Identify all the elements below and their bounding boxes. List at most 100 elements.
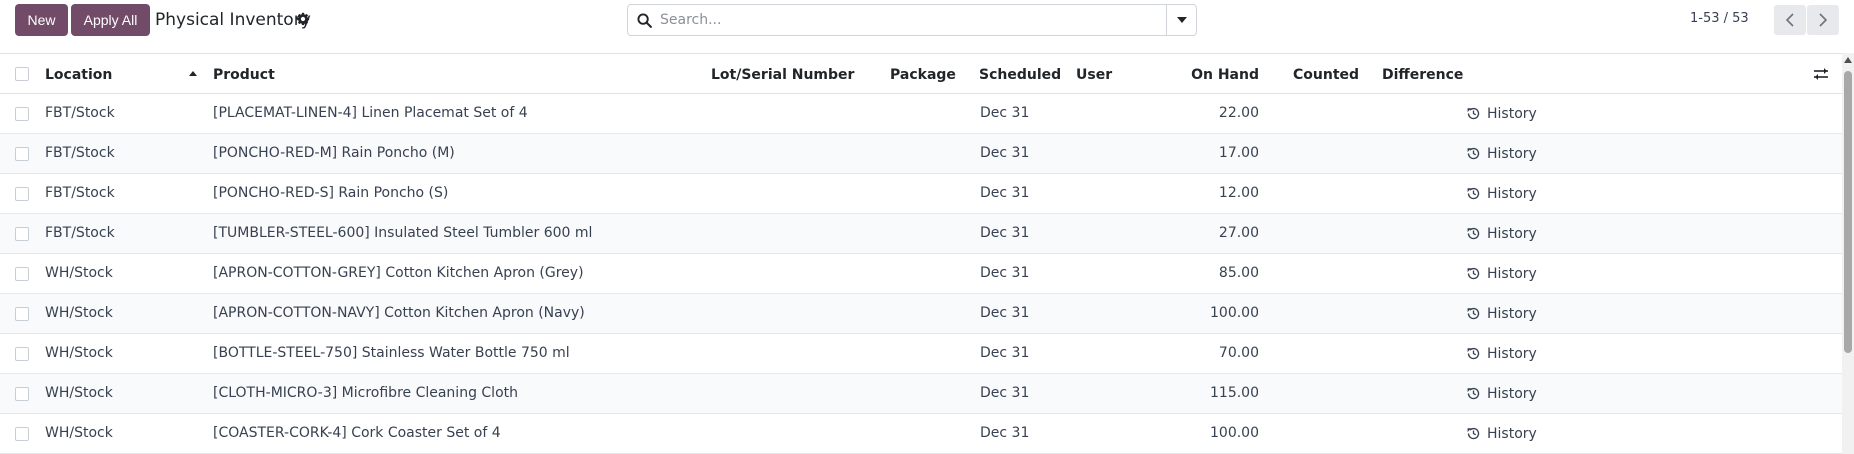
cell-product: [COASTER-CORK-4] Cork Coaster Set of 4	[213, 425, 501, 441]
inventory-list: Location Product Lot/Serial Number Packa…	[0, 53, 1854, 454]
cell-on-hand: 100.00	[1210, 425, 1259, 441]
history-icon	[1467, 427, 1480, 440]
history-label: History	[1487, 186, 1537, 202]
pager-previous-button[interactable]	[1774, 5, 1806, 35]
table-row[interactable]: WH/Stock [APRON-COTTON-NAVY] Cotton Kitc…	[0, 294, 1842, 334]
cell-product: [PONCHO-RED-M] Rain Poncho (M)	[213, 145, 455, 161]
history-icon	[1467, 187, 1480, 200]
search-input[interactable]	[660, 8, 1160, 32]
cell-location: WH/Stock	[45, 425, 113, 441]
page-title: Physical Inventory	[155, 10, 311, 30]
sort-ascending-icon	[189, 71, 197, 76]
cell-product: [APRON-COTTON-NAVY] Cotton Kitchen Apron…	[213, 305, 585, 321]
cell-scheduled: Dec 31	[980, 225, 1030, 241]
cell-on-hand: 17.00	[1218, 145, 1259, 161]
cell-location: FBT/Stock	[45, 145, 115, 161]
cell-scheduled: Dec 31	[980, 185, 1030, 201]
row-checkbox[interactable]	[15, 347, 29, 361]
search-icon	[637, 13, 652, 28]
column-header-on-hand[interactable]: On Hand	[1170, 66, 1259, 84]
cell-location: WH/Stock	[45, 345, 113, 361]
row-checkbox[interactable]	[15, 107, 29, 121]
table-row[interactable]: FBT/Stock [PLACEMAT-LINEN-4] Linen Place…	[0, 94, 1842, 134]
column-header-lot-serial[interactable]: Lot/Serial Number	[711, 66, 854, 84]
cell-on-hand: 70.00	[1218, 345, 1259, 361]
search-box	[627, 4, 1197, 36]
table-row[interactable]: WH/Stock [COASTER-CORK-4] Cork Coaster S…	[0, 414, 1842, 454]
new-button[interactable]: New	[15, 4, 68, 36]
pager-value[interactable]: 1-53 / 53	[1690, 11, 1749, 26]
cell-scheduled: Dec 31	[980, 145, 1030, 161]
cell-on-hand: 100.00	[1210, 305, 1259, 321]
row-checkbox[interactable]	[15, 387, 29, 401]
history-icon	[1467, 307, 1480, 320]
cell-scheduled: Dec 31	[980, 105, 1030, 121]
cell-on-hand: 12.00	[1218, 185, 1259, 201]
cell-product: [PONCHO-RED-S] Rain Poncho (S)	[213, 185, 449, 201]
cell-scheduled: Dec 31	[980, 345, 1030, 361]
select-all-checkbox[interactable]	[15, 67, 29, 81]
chevron-left-icon	[1785, 13, 1794, 27]
history-label: History	[1487, 346, 1537, 362]
column-header-scheduled[interactable]: Scheduled	[979, 66, 1061, 84]
cell-location: WH/Stock	[45, 305, 113, 321]
history-icon	[1467, 267, 1480, 280]
row-checkbox[interactable]	[15, 267, 29, 281]
row-checkbox[interactable]	[15, 147, 29, 161]
cell-product: [PLACEMAT-LINEN-4] Linen Placemat Set of…	[213, 105, 528, 121]
cell-on-hand: 85.00	[1218, 265, 1259, 281]
list-scrollbar[interactable]	[1842, 53, 1854, 454]
history-icon	[1467, 227, 1480, 240]
row-checkbox[interactable]	[15, 427, 29, 441]
column-header-location[interactable]: Location	[45, 66, 112, 84]
cell-scheduled: Dec 31	[980, 385, 1030, 401]
gear-icon[interactable]	[296, 12, 310, 26]
cell-on-hand: 115.00	[1210, 385, 1259, 401]
scroll-up-arrow-icon[interactable]	[1844, 57, 1852, 63]
cell-product: [APRON-COTTON-GREY] Cotton Kitchen Apron…	[213, 265, 584, 281]
history-label: History	[1487, 146, 1537, 162]
cell-on-hand: 22.00	[1218, 105, 1259, 121]
scrollbar-thumb[interactable]	[1844, 71, 1852, 353]
caret-down-icon	[1177, 17, 1187, 23]
table-row[interactable]: WH/Stock [APRON-COTTON-GREY] Cotton Kitc…	[0, 254, 1842, 294]
optional-columns-icon[interactable]	[1813, 66, 1829, 82]
row-checkbox[interactable]	[15, 187, 29, 201]
cell-scheduled: Dec 31	[980, 425, 1030, 441]
column-header-product[interactable]: Product	[213, 66, 275, 84]
cell-location: FBT/Stock	[45, 225, 115, 241]
history-label: History	[1487, 426, 1537, 442]
history-label: History	[1487, 386, 1537, 402]
search-options-toggle[interactable]	[1166, 5, 1196, 35]
list-header: Location Product Lot/Serial Number Packa…	[0, 53, 1854, 94]
apply-all-button[interactable]: Apply All	[71, 4, 150, 36]
column-header-counted[interactable]: Counted	[1293, 66, 1359, 84]
table-row[interactable]: WH/Stock [BOTTLE-STEEL-750] Stainless Wa…	[0, 334, 1842, 374]
table-row[interactable]: FBT/Stock [PONCHO-RED-S] Rain Poncho (S)…	[0, 174, 1842, 214]
cell-product: [CLOTH-MICRO-3] Microfibre Cleaning Clot…	[213, 385, 518, 401]
cell-location: FBT/Stock	[45, 105, 115, 121]
history-icon	[1467, 147, 1480, 160]
column-header-difference[interactable]: Difference	[1382, 66, 1463, 84]
cell-location: FBT/Stock	[45, 185, 115, 201]
cell-scheduled: Dec 31	[980, 305, 1030, 321]
history-icon	[1467, 347, 1480, 360]
history-label: History	[1487, 106, 1537, 122]
cell-on-hand: 27.00	[1218, 225, 1259, 241]
cell-scheduled: Dec 31	[980, 265, 1030, 281]
table-row[interactable]: FBT/Stock [TUMBLER-STEEL-600] Insulated …	[0, 214, 1842, 254]
cell-location: WH/Stock	[45, 385, 113, 401]
pager-next-button[interactable]	[1807, 5, 1839, 35]
column-header-package[interactable]: Package	[890, 66, 956, 84]
row-checkbox[interactable]	[15, 307, 29, 321]
table-row[interactable]: WH/Stock [CLOTH-MICRO-3] Microfibre Clea…	[0, 374, 1842, 414]
table-row[interactable]: FBT/Stock [PONCHO-RED-M] Rain Poncho (M)…	[0, 134, 1842, 174]
history-label: History	[1487, 226, 1537, 242]
history-icon	[1467, 387, 1480, 400]
control-panel: New Apply All Physical Inventory 1-53 / …	[0, 0, 1854, 44]
column-header-user[interactable]: User	[1076, 66, 1112, 84]
row-checkbox[interactable]	[15, 227, 29, 241]
history-label: History	[1487, 306, 1537, 322]
history-label: History	[1487, 266, 1537, 282]
history-icon	[1467, 107, 1480, 120]
